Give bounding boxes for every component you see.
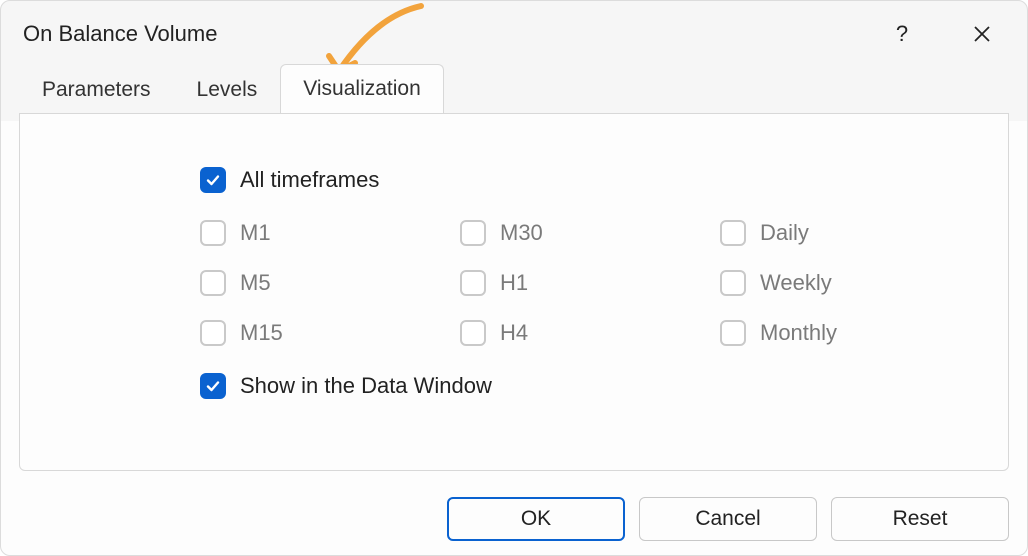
checkbox-daily[interactable]: Daily: [720, 220, 980, 246]
title-controls: ?: [887, 21, 1007, 47]
tab-panel-visualization: All timeframes M1 M30 Daily M5 H1: [19, 113, 1009, 471]
checkbox-box: [460, 270, 486, 296]
checkbox-label: Weekly: [760, 270, 832, 296]
help-icon[interactable]: ?: [887, 21, 917, 47]
cancel-button[interactable]: Cancel: [639, 497, 817, 541]
tab-strip: Parameters Levels Visualization: [1, 57, 1027, 113]
tab-levels[interactable]: Levels: [174, 65, 281, 114]
timeframe-grid: M1 M30 Daily M5 H1 Weekly: [200, 220, 1008, 346]
checkbox-label: M30: [500, 220, 543, 246]
checkbox-h1[interactable]: H1: [460, 270, 720, 296]
checkbox-label: Monthly: [760, 320, 837, 346]
checkbox-monthly[interactable]: Monthly: [720, 320, 980, 346]
checkbox-label: All timeframes: [240, 167, 379, 193]
checkbox-box: [200, 220, 226, 246]
checkbox-box: [720, 220, 746, 246]
checkbox-m15[interactable]: M15: [200, 320, 460, 346]
checkbox-box: [200, 270, 226, 296]
checkbox-label: M15: [240, 320, 283, 346]
checkmark-icon: [200, 167, 226, 193]
checkbox-m30[interactable]: M30: [460, 220, 720, 246]
checkbox-box: [460, 320, 486, 346]
checkbox-box: [720, 320, 746, 346]
dialog-title: On Balance Volume: [23, 21, 217, 47]
checkbox-box: [720, 270, 746, 296]
ok-button[interactable]: OK: [447, 497, 625, 541]
checkbox-label: H1: [500, 270, 528, 296]
checkbox-all-timeframes[interactable]: All timeframes: [200, 164, 1008, 196]
checkbox-box: [200, 320, 226, 346]
checkmark-icon: [200, 373, 226, 399]
checkbox-m1[interactable]: M1: [200, 220, 460, 246]
checkbox-m5[interactable]: M5: [200, 270, 460, 296]
checkbox-label: M5: [240, 270, 271, 296]
checkbox-label: Daily: [760, 220, 809, 246]
close-icon[interactable]: [967, 25, 997, 43]
checkbox-label: Show in the Data Window: [240, 373, 492, 399]
titlebar: On Balance Volume ?: [1, 1, 1027, 57]
checkbox-box: [460, 220, 486, 246]
tab-visualization[interactable]: Visualization: [280, 64, 444, 114]
checkbox-label: M1: [240, 220, 271, 246]
tab-parameters[interactable]: Parameters: [19, 65, 174, 114]
checkbox-h4[interactable]: H4: [460, 320, 720, 346]
dialog-footer: OK Cancel Reset: [447, 497, 1009, 541]
checkbox-weekly[interactable]: Weekly: [720, 270, 980, 296]
checkbox-label: H4: [500, 320, 528, 346]
reset-button[interactable]: Reset: [831, 497, 1009, 541]
checkbox-show-data-window[interactable]: Show in the Data Window: [200, 370, 1008, 402]
dialog-window: On Balance Volume ? Parameters Levels Vi…: [0, 0, 1028, 556]
